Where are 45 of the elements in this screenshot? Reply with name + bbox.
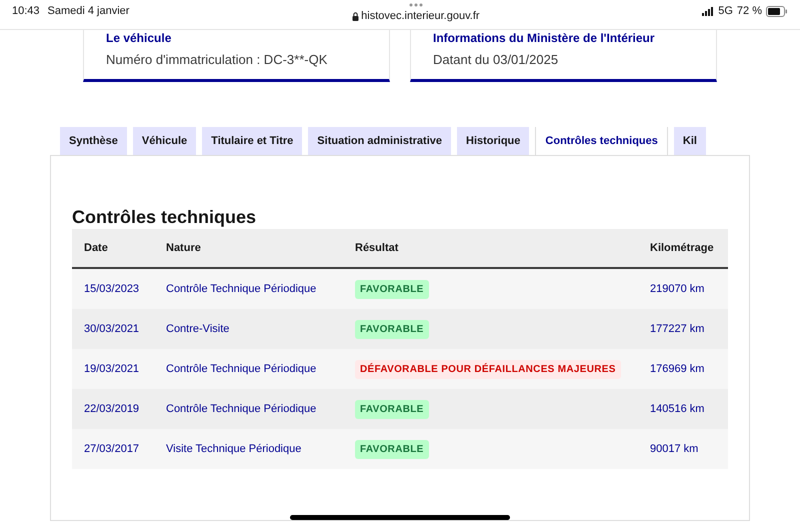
lock-icon [352,12,360,21]
status-badge: FAVORABLE [355,320,429,338]
table-cell-text: Visite Technique Périodique [166,442,302,457]
table-cell-text: 30/03/2021 [83,322,140,337]
tab[interactable]: Historique [457,127,530,155]
card-title: Informations du Ministère de l'Intérieur [433,31,656,45]
url-text[interactable]: histovec.interieur.gouv.fr [361,8,480,24]
column-header: Date [83,240,109,256]
status-badge: FAVORABLE [355,400,429,418]
table-cell-text: Contrôle Technique Périodique [166,282,318,297]
status-badge: DÉFAVORABLE POUR DÉFAILLANCES MAJEURES [355,360,621,378]
table-cell-text: 19/03/2021 [83,362,140,377]
tab[interactable]: Synthèse [60,127,127,155]
table-cell-text: 177227 km [650,322,706,337]
tab[interactable]: Titulaire et Titre [202,127,302,155]
column-header: Kilométrage [650,240,715,256]
card-text: Datant du 03/01/2025 [433,51,560,69]
table-cell-text: 15/03/2023 [83,282,140,297]
card-title: Le véhicule [106,31,172,45]
table-cell-text: Contrôle Technique Périodique [166,362,318,377]
table-cell-text: 140516 km [650,402,706,417]
more-icon[interactable] [408,3,423,7]
tab[interactable]: Situation administrative [308,127,451,155]
network-label: 5G [718,4,733,19]
tab[interactable]: Kil [674,127,706,155]
table-cell-text: 22/03/2019 [83,402,140,417]
table-cell-text: 176969 km [650,362,706,377]
tab[interactable]: Véhicule [132,127,196,155]
table-cell-text: 90017 km [650,442,700,457]
table-cell-text: Contrôle Technique Périodique [166,402,318,417]
table-cell-text: 27/03/2017 [83,442,140,457]
tab[interactable]: Contrôles techniques [535,127,668,155]
battery-label: 72 % [736,4,762,19]
status-badge: FAVORABLE [355,280,429,298]
table-cell-text: Contre-Visite [166,322,230,337]
card-text: Numéro d'immatriculation : DC-3**-QK [106,51,328,69]
column-header: Résultat [355,240,400,256]
status-badge: FAVORABLE [355,440,429,458]
section-title: Contrôles techniques [72,206,258,228]
table-cell-text: 219070 km [650,282,706,297]
date: Samedi 4 janvier [48,4,130,19]
battery-icon [766,6,788,17]
clock: 10:43 [12,4,40,19]
signal-icon [702,6,714,16]
column-header: Nature [166,240,202,256]
